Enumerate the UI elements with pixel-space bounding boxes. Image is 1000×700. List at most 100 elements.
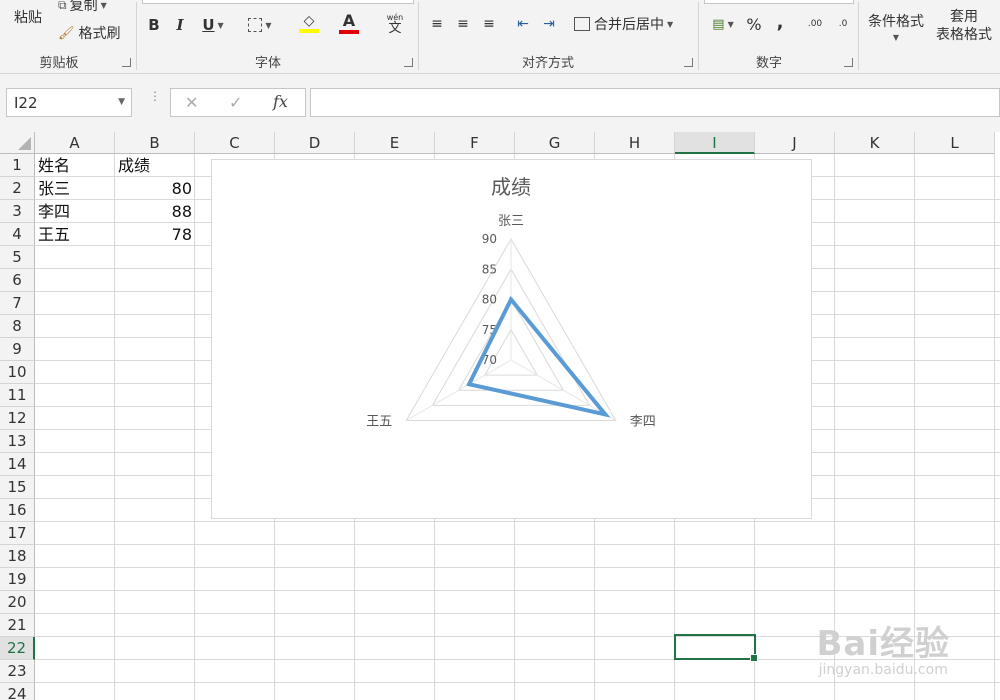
watermark: Bai经验 jingyan.baidu.com: [816, 626, 950, 678]
name-box[interactable]: I22 ▼: [6, 88, 132, 117]
align-right-button[interactable]: ≡: [480, 14, 498, 34]
column-header-b[interactable]: B: [115, 132, 195, 154]
increase-indent-button[interactable]: ⇥: [538, 14, 560, 34]
cell-b4[interactable]: 78: [115, 223, 195, 246]
row-header-12[interactable]: 12: [0, 407, 35, 430]
row-header-14[interactable]: 14: [0, 453, 35, 476]
column-header-g[interactable]: G: [515, 132, 595, 154]
chevron-down-icon: ▼: [892, 32, 900, 42]
cell-b1[interactable]: 成绩: [115, 154, 195, 177]
row-header-9[interactable]: 9: [0, 338, 35, 361]
percent-style-button[interactable]: %: [744, 12, 764, 36]
align-center-button[interactable]: ≡: [454, 14, 472, 34]
bold-button[interactable]: B: [144, 14, 164, 36]
row-header-15[interactable]: 15: [0, 476, 35, 499]
column-header-a[interactable]: A: [35, 132, 115, 154]
row-header-22[interactable]: 22: [0, 637, 35, 660]
column-header-l[interactable]: L: [915, 132, 995, 154]
gridline-horizontal: [35, 521, 1000, 522]
enter-icon[interactable]: ✓: [229, 93, 242, 112]
column-header-c[interactable]: C: [195, 132, 275, 154]
cell-a3[interactable]: 李四: [35, 200, 115, 223]
watermark-brand: Bai经验: [816, 624, 950, 664]
alignment-launcher-icon[interactable]: [684, 58, 693, 67]
chevron-down-icon: ▼: [217, 20, 224, 30]
borders-button[interactable]: ▼: [242, 14, 278, 36]
row-header-8[interactable]: 8: [0, 315, 35, 338]
row-header-21[interactable]: 21: [0, 614, 35, 637]
cell-a2[interactable]: 张三: [35, 177, 115, 200]
italic-button[interactable]: I: [170, 14, 190, 36]
select-all-button[interactable]: [0, 132, 35, 154]
font-color-button[interactable]: A: [330, 10, 368, 36]
merge-center-button[interactable]: 合并后居中 ▼: [574, 12, 673, 36]
chart-title: 成绩: [491, 175, 531, 199]
row-header-5[interactable]: 5: [0, 246, 35, 269]
radar-tick-label: 90: [482, 232, 497, 246]
copy-label: 复制: [69, 0, 98, 14]
decrease-indent-button[interactable]: ⇤: [512, 14, 534, 34]
chevron-down-icon: ▼: [667, 19, 674, 29]
column-header-f[interactable]: F: [435, 132, 515, 154]
number-group-label: 数字: [755, 56, 782, 71]
clipboard-launcher-icon[interactable]: [122, 58, 131, 67]
decrease-decimal-button[interactable]: .0: [830, 12, 856, 36]
insert-function-button[interactable]: fx: [273, 92, 288, 111]
row-header-10[interactable]: 10: [0, 361, 35, 384]
row-header-24[interactable]: 24: [0, 683, 35, 700]
radar-chart[interactable]: 成绩 70 75 80 85 90 张三 李四 王五: [211, 159, 812, 519]
conditional-format-button[interactable]: 条件格式 ▼: [862, 8, 930, 44]
fill-color-button[interactable]: ◇: [290, 10, 328, 36]
accounting-format-button[interactable]: ▤ ▼: [706, 12, 740, 36]
copy-button[interactable]: ⧉ 复制 ▼: [58, 0, 107, 14]
money-icon: ▤: [712, 16, 725, 32]
column-header-e[interactable]: E: [355, 132, 435, 154]
font-launcher-icon[interactable]: [404, 58, 413, 67]
column-header-i[interactable]: I: [675, 132, 755, 154]
column-header-d[interactable]: D: [275, 132, 355, 154]
formula-bar-handle-icon[interactable]: ⋮: [149, 90, 161, 110]
gridline-horizontal: [35, 613, 1000, 614]
row-header-23[interactable]: 23: [0, 660, 35, 683]
font-box-edge: [142, 0, 414, 4]
format-painter-button[interactable]: 🖌 格式刷: [58, 22, 121, 44]
gridline-vertical: [994, 154, 995, 700]
align-left-button[interactable]: ≡: [428, 14, 446, 34]
row-header-19[interactable]: 19: [0, 568, 35, 591]
row-header-20[interactable]: 20: [0, 591, 35, 614]
cancel-icon[interactable]: ✕: [185, 93, 198, 112]
phonetic-button[interactable]: wén 文: [378, 10, 412, 38]
row-header-18[interactable]: 18: [0, 545, 35, 568]
row-header-13[interactable]: 13: [0, 430, 35, 453]
gridline-vertical: [914, 154, 915, 700]
number-launcher-icon[interactable]: [844, 58, 853, 67]
chevron-down-icon: ▼: [100, 0, 107, 10]
column-header-h[interactable]: H: [595, 132, 675, 154]
underline-button[interactable]: U ▼: [196, 14, 230, 36]
format-as-table-button[interactable]: 套用 表格格式: [928, 8, 1000, 44]
cell-a4[interactable]: 王五: [35, 223, 115, 246]
worksheet[interactable]: ABCDEFGHIJKL 1 2 3 4 5 6 7 8 9 10 11 12 13 14 15 16 17 18…: [0, 132, 1000, 700]
row-header-4[interactable]: 4: [0, 223, 35, 246]
row-header-17[interactable]: 17: [0, 522, 35, 545]
paintbrush-icon: 🖌: [58, 25, 75, 41]
cell-b3[interactable]: 88: [115, 200, 195, 223]
cell-b2[interactable]: 80: [115, 177, 195, 200]
paste-button[interactable]: 粘贴: [6, 6, 50, 28]
row-header-2[interactable]: 2: [0, 177, 35, 200]
formula-input[interactable]: [310, 88, 1000, 117]
radar-category-label: 王五: [366, 415, 392, 430]
row-header-1[interactable]: 1: [0, 154, 35, 177]
comma-style-button[interactable]: ,: [772, 10, 788, 34]
row-header-7[interactable]: 7: [0, 292, 35, 315]
row-header-3[interactable]: 3: [0, 200, 35, 223]
column-header-k[interactable]: K: [835, 132, 915, 154]
row-header-16[interactable]: 16: [0, 499, 35, 522]
active-cell-cursor[interactable]: [674, 634, 758, 662]
radar-data-point: [603, 412, 608, 417]
column-header-j[interactable]: J: [755, 132, 835, 154]
cell-a1[interactable]: 姓名: [35, 154, 115, 177]
increase-decimal-button[interactable]: .00: [802, 12, 828, 36]
row-header-11[interactable]: 11: [0, 384, 35, 407]
row-header-6[interactable]: 6: [0, 269, 35, 292]
